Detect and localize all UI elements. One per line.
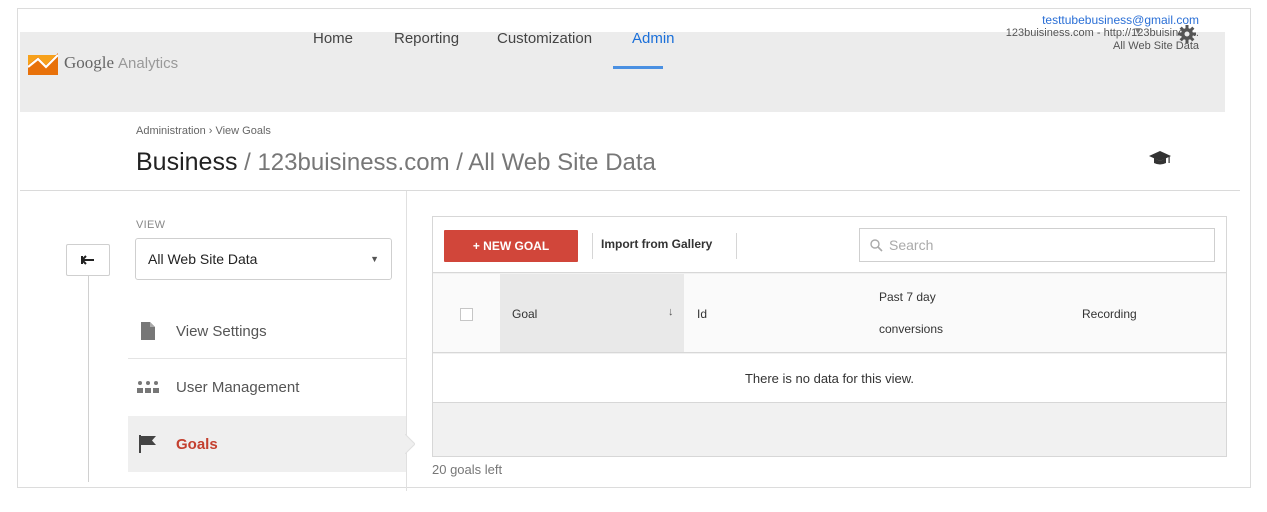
sidebar-item-user-management[interactable]: User Management — [128, 359, 406, 415]
view-label: VIEW — [136, 219, 166, 231]
page-title-path: / 123buisiness.com / All Web Site Data — [237, 149, 656, 176]
column-header-conversions[interactable]: Past 7 day conversions — [879, 286, 943, 340]
empty-state-message: There is no data for this view. — [433, 354, 1226, 403]
page-title-account: Business — [136, 148, 238, 176]
view-dropdown-value: All Web Site Data — [148, 251, 258, 267]
sidebar-item-label: View Settings — [176, 322, 267, 340]
toolbar-divider — [736, 233, 737, 259]
column-goal-label: Goal — [512, 307, 538, 321]
logo-google: Google — [64, 53, 115, 72]
account-dropdown-icon[interactable]: ▼ — [1133, 26, 1143, 37]
nav-admin[interactable]: Admin — [632, 30, 675, 47]
chevron-down-icon: ▼ — [370, 254, 379, 264]
column-header-id[interactable]: Id — [697, 307, 707, 321]
view-dropdown[interactable]: All Web Site Data ▼ — [135, 238, 392, 280]
goals-table: + NEW GOAL Import from Gallery Goal ↓ Id… — [432, 216, 1227, 457]
nav-active-indicator — [613, 66, 663, 69]
back-line — [88, 262, 89, 482]
arrow-left-icon — [81, 255, 94, 265]
google-analytics-logo[interactable]: Google Analytics — [28, 51, 178, 75]
account-email: testtubebusiness@gmail.com — [1042, 13, 1199, 27]
toolbar-divider — [592, 233, 593, 259]
users-icon — [136, 377, 160, 397]
graduation-cap-icon[interactable] — [1149, 149, 1171, 167]
account-selector[interactable]: testtubebusiness@gmail.com 123buisiness.… — [1006, 14, 1199, 53]
sidebar-item-view-settings[interactable]: View Settings — [128, 303, 406, 359]
nav-home[interactable]: Home — [313, 30, 353, 47]
logo-text: Google Analytics — [64, 53, 178, 73]
flag-icon — [136, 434, 160, 454]
goals-left-count: 20 goals left — [432, 462, 503, 477]
page-title: Business / 123buisiness.com / All Web Si… — [136, 148, 656, 177]
analytics-logo-icon — [28, 53, 58, 75]
account-property: 123buisiness.com - http://123buisines... — [1005, 27, 1199, 39]
new-goal-button[interactable]: + NEW GOAL — [444, 230, 578, 262]
column-header-recording[interactable]: Recording — [1082, 307, 1137, 321]
sidebar-item-label: Goals — [176, 435, 218, 453]
breadcrumb[interactable]: Administration › View Goals — [136, 125, 271, 137]
select-all-checkbox[interactable] — [460, 308, 473, 321]
gear-icon[interactable] — [1177, 24, 1197, 44]
column-header-goal[interactable]: Goal ↓ — [500, 274, 684, 352]
nav-reporting[interactable]: Reporting — [394, 30, 459, 47]
account-view: All Web Site Data — [1112, 40, 1199, 52]
nav-customization[interactable]: Customization — [497, 30, 592, 47]
column-conversions-line1: Past 7 day — [879, 290, 936, 304]
document-icon — [136, 321, 160, 341]
import-from-gallery-button[interactable]: Import from Gallery — [601, 237, 712, 251]
sidebar-item-label: User Management — [176, 378, 300, 396]
header-divider — [20, 190, 1240, 191]
search-input[interactable] — [889, 237, 1189, 253]
sort-down-icon: ↓ — [668, 306, 674, 318]
column-conversions-line2: conversions — [879, 322, 944, 336]
back-button[interactable] — [66, 244, 110, 276]
logo-product: Analytics — [118, 55, 179, 72]
table-toolbar: + NEW GOAL Import from Gallery — [433, 217, 1226, 273]
search-box[interactable] — [859, 228, 1215, 262]
search-icon — [870, 238, 883, 252]
table-header: Goal ↓ Id Past 7 day conversions Recordi… — [433, 274, 1226, 353]
active-pointer — [405, 434, 415, 454]
sidebar-item-goals[interactable]: Goals — [128, 416, 406, 472]
